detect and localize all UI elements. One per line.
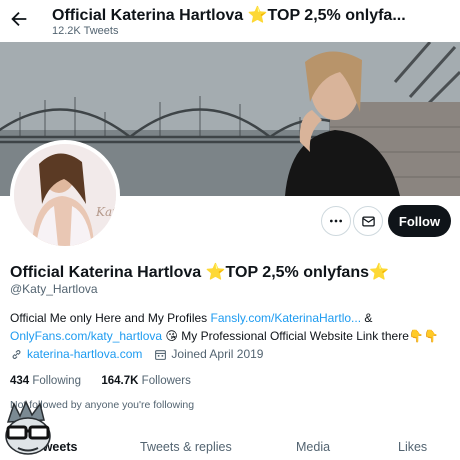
profile-bio: Official Me only Here and My Profiles Fa… xyxy=(10,309,450,345)
bio-text: Official Me only Here and My Profiles xyxy=(10,311,211,325)
envelope-icon xyxy=(361,216,375,226)
profile-tabs: Tweets Tweets & replies Media Likes xyxy=(0,430,460,460)
bio-text: 😘 My Professional Official Website Link … xyxy=(162,329,439,343)
tab-likes[interactable]: Likes xyxy=(398,440,427,454)
link-icon xyxy=(12,349,21,359)
more-dots-icon xyxy=(330,219,342,223)
followers-count: 164.7K xyxy=(101,375,139,387)
onlyfans-link[interactable]: OnlyFans.com/katy_hartlova xyxy=(10,329,162,343)
mascot-watermark-icon xyxy=(0,400,62,460)
bio-text: & xyxy=(361,311,373,325)
back-arrow-icon[interactable] xyxy=(8,8,30,30)
header-title: Official Katerina Hartlova ⭐TOP 2,5% onl… xyxy=(52,7,406,24)
tweets-count: 12.2K Tweets xyxy=(52,25,119,37)
top-bar: Official Katerina Hartlova ⭐TOP 2,5% onl… xyxy=(0,0,460,42)
profile-name: Official Katerina Hartlova ⭐TOP 2,5% onl… xyxy=(10,264,389,281)
following-link[interactable]: 434 Following xyxy=(10,375,81,387)
fansly-link[interactable]: Fansly.com/KaterinaHartlo... xyxy=(211,311,362,325)
follow-button[interactable]: Follow xyxy=(388,205,451,237)
website-link[interactable]: katerina-hartlova.com xyxy=(27,347,142,361)
follow-counts: 434 Following 164.7K Followers xyxy=(10,375,191,387)
more-options-button[interactable] xyxy=(321,206,351,236)
tab-tweets-replies[interactable]: Tweets & replies xyxy=(140,440,232,454)
svg-text:Kat: Kat xyxy=(95,205,116,219)
tab-media[interactable]: Media xyxy=(296,440,330,454)
following-label: Following xyxy=(32,375,81,387)
followers-label: Followers xyxy=(141,375,191,387)
joined-date: Joined April 2019 xyxy=(171,347,264,361)
followers-link[interactable]: 164.7K Followers xyxy=(101,375,191,387)
message-button[interactable] xyxy=(353,206,383,236)
profile-meta: katerina-hartlova.com Joined April 2019 xyxy=(10,347,263,361)
calendar-icon xyxy=(155,349,167,360)
following-count: 434 xyxy=(10,375,30,387)
profile-handle: @Katy_Hartlova xyxy=(10,282,98,296)
profile-avatar[interactable]: Kat xyxy=(10,140,120,250)
